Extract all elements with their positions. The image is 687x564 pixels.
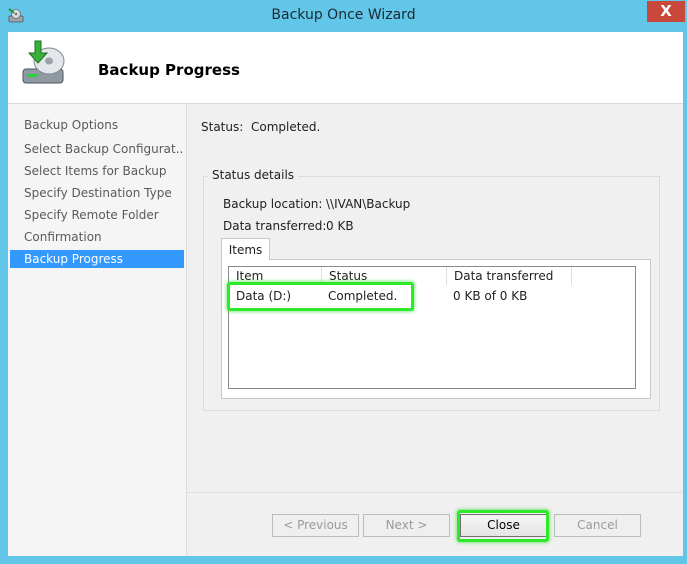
- title-bar: Backup Once Wizard X: [0, 0, 687, 31]
- nav-item-confirmation[interactable]: Confirmation: [10, 228, 184, 246]
- page-title: Backup Progress: [98, 61, 240, 79]
- wizard-client-area: Backup Progress Backup Options Select Ba…: [8, 32, 683, 556]
- data-transferred-value: 0 KB: [326, 219, 354, 233]
- status-label: Status:: [201, 120, 244, 134]
- footer-divider: [187, 492, 683, 493]
- tab-items[interactable]: Items: [221, 238, 270, 260]
- row-transferred-cell[interactable]: 0 KB of 0 KB: [453, 289, 527, 303]
- wizard-nav: Backup Options Select Backup Configurat.…: [8, 104, 187, 556]
- window-title: Backup Once Wizard: [271, 7, 416, 23]
- nav-item-backup-progress[interactable]: Backup Progress: [10, 250, 184, 268]
- status-value: Completed.: [251, 120, 321, 134]
- backup-location-value: \\IVAN\Backup: [326, 197, 411, 211]
- cancel-button[interactable]: Cancel: [554, 514, 641, 537]
- status-details-title: Status details: [208, 168, 299, 182]
- nav-item-select-items[interactable]: Select Items for Backup: [10, 162, 184, 180]
- previous-button[interactable]: < Previous: [272, 514, 359, 537]
- row-highlight-annotation: [227, 282, 414, 311]
- nav-item-remote-folder[interactable]: Specify Remote Folder: [10, 206, 184, 224]
- window-close-button[interactable]: X: [647, 1, 685, 22]
- backup-drive-icon: [22, 40, 65, 84]
- wizard-header: Backup Progress: [8, 32, 683, 104]
- nav-item-select-configuration[interactable]: Select Backup Configurat...: [10, 140, 184, 158]
- nav-item-destination-type[interactable]: Specify Destination Type: [10, 184, 184, 202]
- close-highlight-annotation: [457, 510, 549, 542]
- column-header-data-transferred[interactable]: Data transferred: [447, 267, 572, 285]
- nav-item-backup-options[interactable]: Backup Options: [10, 116, 184, 134]
- next-button[interactable]: Next >: [363, 514, 450, 537]
- backup-location-label: Backup location:: [223, 197, 323, 211]
- data-transferred-label: Data transferred:: [223, 219, 327, 233]
